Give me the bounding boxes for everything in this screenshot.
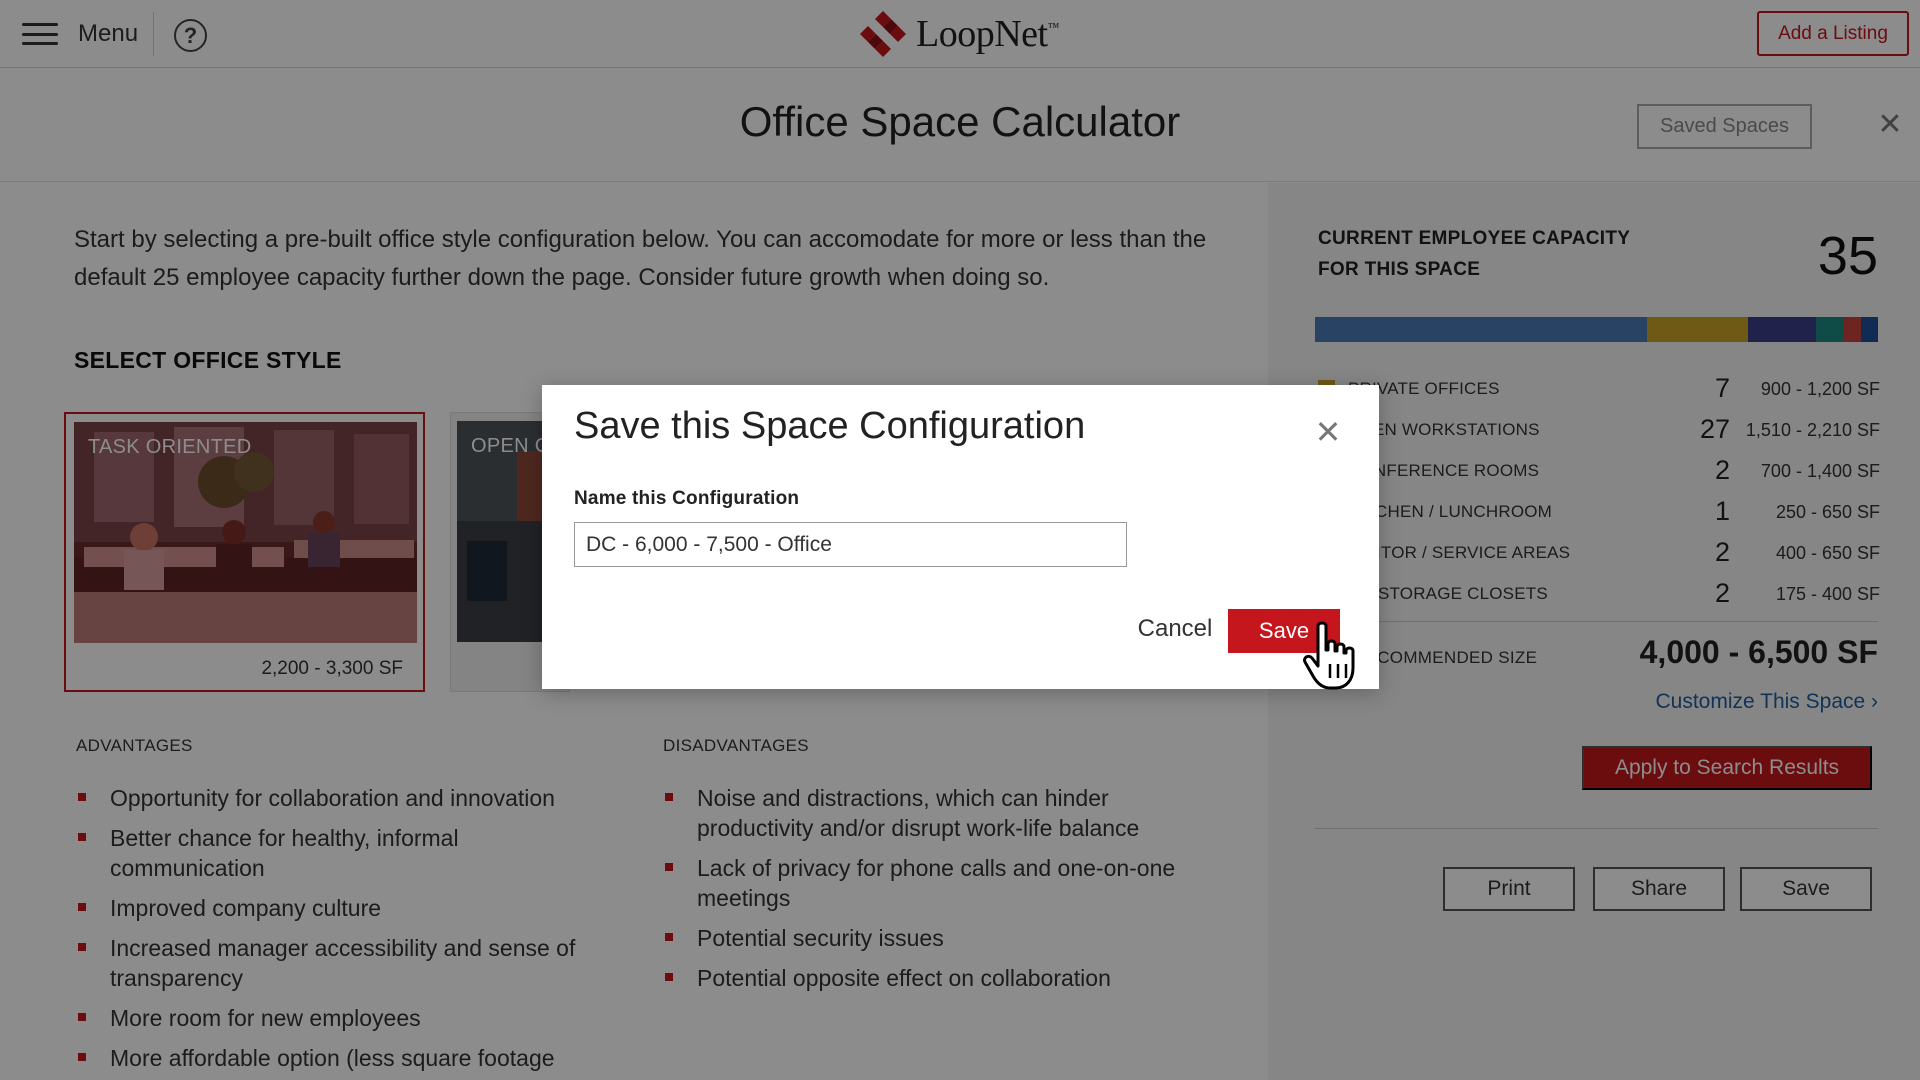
dialog-title: Save this Space Configuration	[574, 405, 1086, 447]
close-icon[interactable]: ✕	[1313, 416, 1343, 448]
save-button[interactable]: Save	[1228, 609, 1340, 653]
configuration-name-input[interactable]	[574, 522, 1127, 567]
save-configuration-dialog: Save this Space Configuration ✕ Name thi…	[542, 385, 1379, 689]
configuration-name-label: Name this Configuration	[574, 488, 800, 509]
cancel-button[interactable]: Cancel	[1110, 607, 1240, 651]
